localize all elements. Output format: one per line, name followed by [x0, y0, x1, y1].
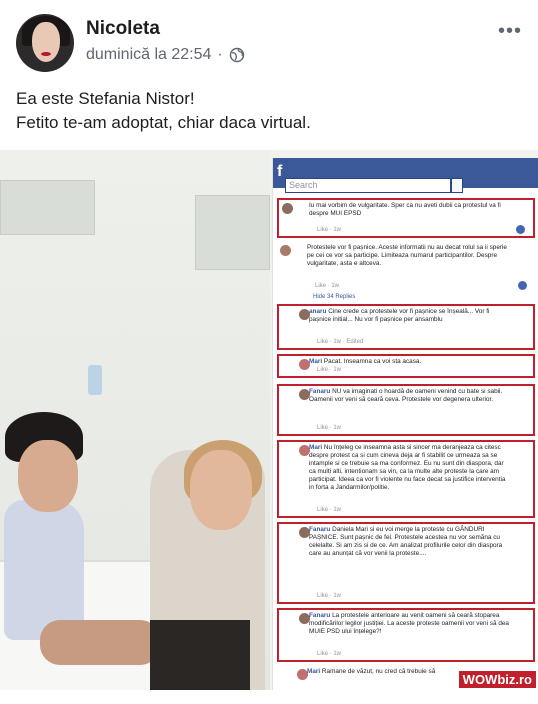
search-input: Search: [285, 178, 451, 193]
site-watermark: WOWbiz.ro: [458, 671, 536, 688]
comment: Fanaru Daniela Mari si eu voi merge la p…: [277, 522, 535, 604]
comment: Mari Pacat. Inseamna ca voi sta acasa. L…: [277, 354, 535, 378]
post-meta: duminică la 22:54 ·: [86, 46, 245, 64]
comment: Fanaru La protestele anterioare au venit…: [277, 608, 535, 662]
post-image[interactable]: f Search Iu mai vorbim de vulgaritate. S…: [0, 150, 538, 690]
comment: Mari Nu înțeleg ce inseamna asta si sinc…: [277, 440, 535, 518]
author-name[interactable]: Nicoleta: [86, 18, 160, 40]
hospital-photo: [0, 150, 270, 690]
avatar[interactable]: [16, 14, 74, 72]
meta-separator: ·: [217, 46, 223, 63]
comment: anaru Cine crede ca protestele vor fi pa…: [277, 304, 535, 350]
post-text: Ea este Stefania Nistor! Fetito te-am ad…: [16, 87, 311, 135]
more-options-button[interactable]: •••: [498, 20, 522, 43]
facebook-comments-screenshot: f Search Iu mai vorbim de vulgaritate. S…: [272, 158, 538, 690]
search-icon: [451, 178, 463, 193]
globe-icon: [229, 47, 244, 63]
post-text-line: Ea este Stefania Nistor!: [16, 89, 195, 108]
hide-replies-link: Hide 34 Replies: [313, 294, 356, 300]
post-header: Nicoleta duminică la 22:54 · •••: [0, 0, 538, 80]
comment: Fanaru NU va imaginati o hoardă de oamen…: [277, 384, 535, 436]
comment: Protestele vor fi pașnice. Aceste inform…: [277, 242, 535, 292]
comment: Iu mai vorbim de vulgaritate. Sper ca nu…: [277, 198, 535, 238]
post-text-line: Fetito te-am adoptat, chiar daca virtual…: [16, 113, 311, 132]
post-timestamp[interactable]: duminică la 22:54: [86, 46, 211, 64]
